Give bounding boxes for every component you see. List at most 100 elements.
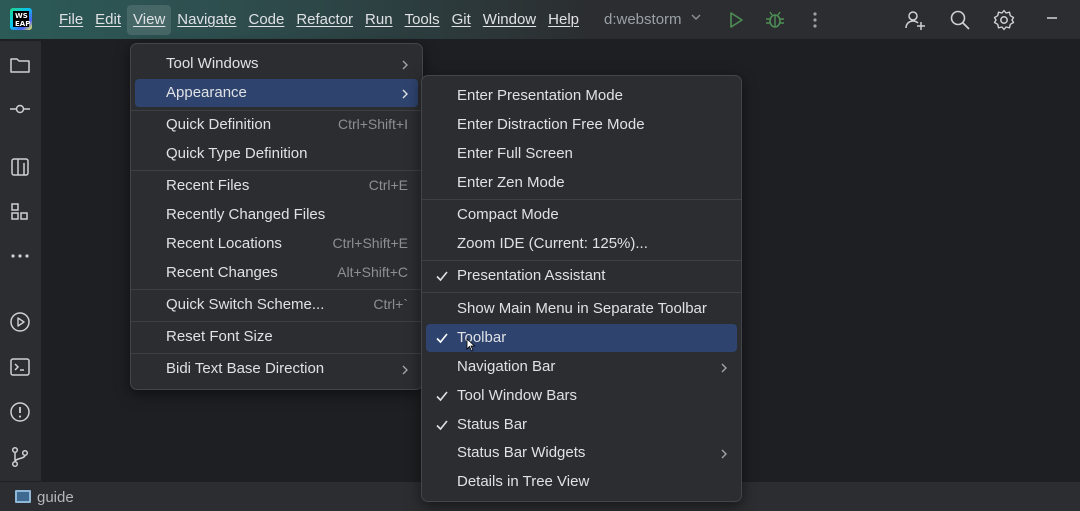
webstorm-logo-icon[interactable]: WS EAP <box>10 8 32 30</box>
menu-item-presentation-assistant[interactable]: Presentation Assistant <box>426 262 737 290</box>
menu-item-status-bar-widgets[interactable]: Status Bar Widgets <box>426 439 737 467</box>
chevron-right-icon <box>400 87 410 99</box>
menu-item-label: Toolbar <box>457 329 507 346</box>
menu-item-quick-switch-scheme[interactable]: Quick Switch Scheme... Ctrl+` <box>135 291 418 319</box>
terminal-icon[interactable] <box>8 355 32 379</box>
debug-icon[interactable] <box>763 8 787 32</box>
menu-item-enter-zen-mode[interactable]: Enter Zen Mode <box>426 169 737 197</box>
menu-item-reset-font-size[interactable]: Reset Font Size <box>135 323 418 351</box>
chevron-right-icon <box>400 58 410 70</box>
logo-text: WS EAP <box>13 11 31 28</box>
menu-item-label: Quick Definition <box>166 116 272 133</box>
menu-item-recent-files[interactable]: Recent Files Ctrl+E <box>135 172 418 200</box>
menu-item-appearance[interactable]: Appearance <box>135 79 418 107</box>
menu-view[interactable]: View <box>127 5 172 35</box>
chevron-right-icon <box>719 447 729 459</box>
menu-window[interactable]: Window <box>477 5 542 35</box>
services-icon[interactable] <box>8 310 32 334</box>
menu-git[interactable]: Git <box>446 5 477 35</box>
menu-item-details-in-tree-view[interactable]: Details in Tree View <box>426 468 737 496</box>
menu-item-enter-full-screen[interactable]: Enter Full Screen <box>426 140 737 168</box>
more-vertical-icon[interactable] <box>803 8 827 32</box>
chevron-right-icon <box>400 363 410 375</box>
menu-help[interactable]: Help <box>542 5 585 35</box>
menu-item-recently-changed-files[interactable]: Recently Changed Files <box>135 201 418 229</box>
menu-item-navigation-bar[interactable]: Navigation Bar <box>426 353 737 381</box>
project-name[interactable]: d:webstorm <box>604 11 682 28</box>
commit-icon[interactable] <box>8 97 32 121</box>
menu-item-tool-windows[interactable]: Tool Windows <box>135 50 418 78</box>
menu-item-shortcut: Ctrl+E <box>368 177 408 193</box>
menu-item-enter-distraction-free-mode[interactable]: Enter Distraction Free Mode <box>426 111 737 139</box>
menu-file[interactable]: File <box>53 5 89 35</box>
main-menu-bar: File Edit View Navigate Code Refactor Ru… <box>53 0 585 40</box>
git-icon[interactable] <box>8 445 32 469</box>
menu-item-shortcut: Ctrl+Shift+E <box>332 235 408 251</box>
checkmark-icon <box>435 269 449 283</box>
minimize-icon[interactable] <box>1045 8 1059 28</box>
run-icon[interactable] <box>724 8 748 32</box>
menu-item-status-bar[interactable]: Status Bar <box>426 411 737 439</box>
checkmark-icon <box>435 389 449 403</box>
menu-item-label: Recent Locations <box>166 235 282 252</box>
checkmark-icon <box>435 331 449 345</box>
search-icon[interactable] <box>948 8 972 32</box>
menu-item-label: Recent Changes <box>166 264 278 281</box>
menu-item-label: Navigation Bar <box>457 358 556 375</box>
mouse-cursor-icon <box>466 338 476 352</box>
menu-code[interactable]: Code <box>242 5 290 35</box>
folder-icon[interactable] <box>8 53 32 77</box>
menu-item-label: Recently Changed Files <box>166 206 326 223</box>
menu-item-label: Tool Windows <box>166 55 259 72</box>
menu-item-enter-presentation-mode[interactable]: Enter Presentation Mode <box>426 82 737 110</box>
menu-item-quick-type-definition[interactable]: Quick Type Definition <box>135 140 418 168</box>
status-project-name[interactable]: guide <box>37 489 74 506</box>
menu-item-label: Status Bar Widgets <box>457 444 586 461</box>
menu-item-recent-locations[interactable]: Recent Locations Ctrl+Shift+E <box>135 230 418 258</box>
menu-item-label: Details in Tree View <box>457 473 590 490</box>
menu-item-label: Enter Full Screen <box>457 145 573 162</box>
menu-item-recent-changes[interactable]: Recent Changes Alt+Shift+C <box>135 259 418 287</box>
menu-item-compact-mode[interactable]: Compact Mode <box>426 201 737 229</box>
menu-run[interactable]: Run <box>359 5 399 35</box>
menu-item-label: Compact Mode <box>457 206 559 223</box>
menu-item-show-main-menu-separate-toolbar[interactable]: Show Main Menu in Separate Toolbar <box>426 295 737 323</box>
menu-separator <box>131 289 422 290</box>
menu-item-bidi-text-base-direction[interactable]: Bidi Text Base Direction <box>135 355 418 383</box>
gear-icon[interactable] <box>992 8 1016 32</box>
menu-navigate[interactable]: Navigate <box>171 5 242 35</box>
chevron-down-icon[interactable] <box>690 11 702 26</box>
plugins-icon[interactable] <box>8 200 32 224</box>
menu-item-shortcut: Ctrl+` <box>373 296 408 312</box>
project-icon <box>15 490 31 503</box>
menu-edit[interactable]: Edit <box>89 5 127 35</box>
menu-item-label: Enter Presentation Mode <box>457 87 623 104</box>
menu-separator <box>131 170 422 171</box>
chevron-right-icon <box>719 361 729 373</box>
menu-separator <box>422 292 741 293</box>
menu-item-tool-window-bars[interactable]: Tool Window Bars <box>426 382 737 410</box>
appearance-submenu: Enter Presentation Mode Enter Distractio… <box>421 75 742 502</box>
add-user-icon[interactable] <box>903 8 927 32</box>
menu-item-label: Zoom IDE (Current: 125%)... <box>457 235 648 252</box>
menu-item-label: Tool Window Bars <box>457 387 578 404</box>
menu-item-shortcut: Alt+Shift+C <box>337 264 408 280</box>
menu-item-shortcut: Ctrl+Shift+I <box>337 116 408 132</box>
menu-item-label: Status Bar <box>457 416 528 433</box>
menu-tools[interactable]: Tools <box>399 5 446 35</box>
more-icon[interactable] <box>8 244 32 268</box>
menu-item-label: Show Main Menu in Separate Toolbar <box>457 300 707 317</box>
menu-item-label: Recent Files <box>166 177 250 194</box>
menu-separator <box>131 321 422 322</box>
menu-separator <box>131 353 422 354</box>
problems-icon[interactable] <box>8 400 32 424</box>
menu-item-zoom-ide[interactable]: Zoom IDE (Current: 125%)... <box>426 230 737 258</box>
menu-item-label: Quick Type Definition <box>166 145 308 162</box>
structure-icon[interactable] <box>8 155 32 179</box>
menu-refactor[interactable]: Refactor <box>290 5 359 35</box>
menu-item-quick-definition[interactable]: Quick Definition Ctrl+Shift+I <box>135 111 418 139</box>
menu-separator <box>422 199 741 200</box>
checkmark-icon <box>435 418 449 432</box>
menu-item-label: Quick Switch Scheme... <box>166 296 325 313</box>
tool-window-strip <box>0 41 42 481</box>
